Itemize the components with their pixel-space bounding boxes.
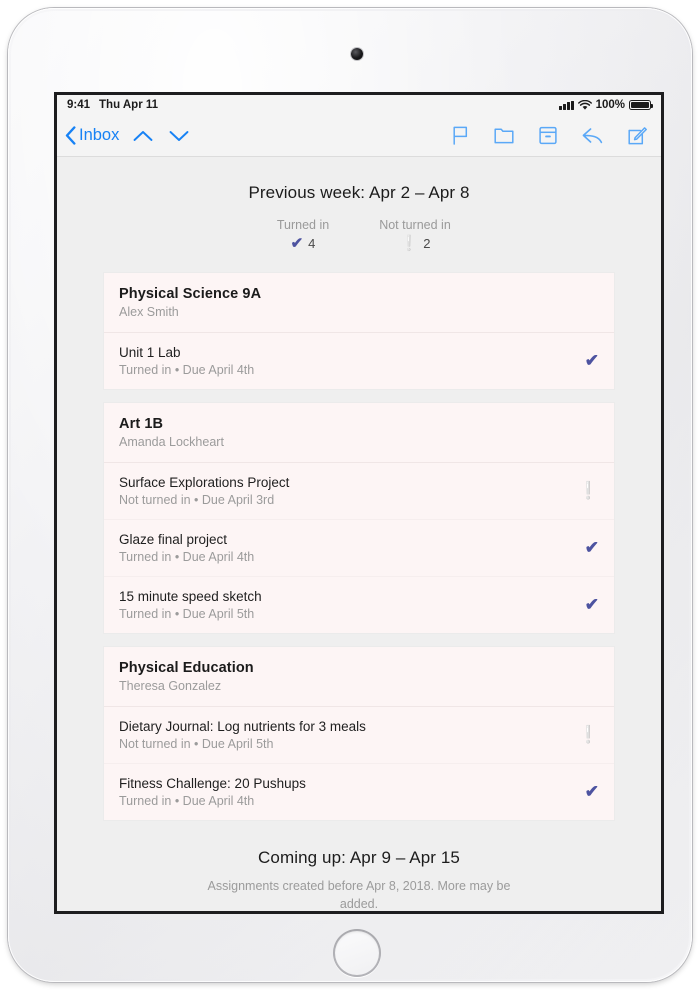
tablet-screen: 9:41 Thu Apr 11 100% Inbox Previous week… (54, 92, 664, 914)
status-time: 9:41 (67, 99, 91, 111)
email-message-body: Previous week: Apr 2 – Apr 8 Turned in ✔… (57, 157, 661, 911)
exclamation-icon: ❕ (399, 235, 419, 252)
class-name: Art 1B (119, 416, 164, 432)
assignment-meta: Turned in • Due April 4th (119, 794, 255, 808)
summary-value-group: ❕ 2 (378, 236, 452, 251)
summary-not-turned-in: Not turned in ❕ 2 (378, 218, 452, 251)
exclamation-icon: ❕ (577, 724, 599, 744)
assignment-row[interactable]: Dietary Journal: Log nutrients for 3 mea… (104, 707, 614, 764)
status-badge: ✔ (573, 596, 599, 615)
assignment-title: Unit 1 Lab (119, 345, 181, 360)
class-card: Physical Education Theresa Gonzalez Diet… (104, 647, 614, 820)
compose-icon[interactable] (628, 126, 647, 145)
assignment-text-group: Dietary Journal: Log nutrients for 3 mea… (119, 719, 366, 751)
assignment-meta: Turned in • Due April 5th (119, 607, 255, 621)
archive-icon[interactable] (539, 126, 557, 145)
wifi-icon (577, 99, 592, 110)
ios-status-bar: 9:41 Thu Apr 11 100% (57, 95, 661, 115)
assignment-row[interactable]: 15 minute speed sketch Turned in • Due A… (104, 577, 614, 633)
assignment-row[interactable]: Unit 1 Lab Turned in • Due April 4th ✔ (104, 333, 614, 389)
assignment-title: 15 minute speed sketch (119, 589, 262, 604)
assignment-meta: Not turned in • Due April 3rd (119, 493, 275, 507)
teacher-name: Alex Smith (119, 305, 179, 319)
class-card-header: Physical Science 9A Alex Smith (104, 273, 614, 333)
assignment-meta: Not turned in • Due April 5th (119, 737, 274, 751)
camera-dot-icon (351, 48, 363, 60)
assignment-title: Glaze final project (119, 532, 228, 547)
assignment-text-group: Surface Explorations Project Not turned … (119, 475, 289, 507)
exclamation-icon: ❕ (577, 480, 599, 500)
check-icon: ✔ (584, 537, 599, 557)
summary-value-group: ✔ 4 (266, 236, 340, 251)
class-card: Physical Science 9A Alex Smith Unit 1 La… (104, 273, 614, 389)
mail-navigation-bar: Inbox (57, 115, 661, 157)
check-icon: ✔ (290, 235, 304, 252)
status-date: Thu Apr 11 (99, 99, 159, 111)
assignment-row[interactable]: Fitness Challenge: 20 Pushups Turned in … (104, 764, 614, 820)
navbar-left-group: Inbox (65, 126, 189, 145)
back-button-label: Inbox (79, 126, 120, 144)
assignment-title: Surface Explorations Project (119, 475, 290, 490)
teacher-name: Theresa Gonzalez (119, 679, 222, 693)
assignment-text-group: Unit 1 Lab Turned in • Due April 4th (119, 345, 254, 377)
previous-week-title: Previous week: Apr 2 – Apr 8 (248, 183, 470, 202)
chevron-up-icon[interactable] (133, 130, 153, 142)
check-icon: ✔ (584, 350, 599, 370)
status-badge: ✔ (573, 539, 599, 558)
message-footer: Coming up: Apr 9 – Apr 15 Assignments cr… (57, 834, 661, 911)
chevron-left-icon (65, 126, 76, 145)
teacher-name: Amanda Lockheart (119, 435, 224, 449)
status-badge: ❕ (566, 482, 599, 501)
tablet-device-frame: 9:41 Thu Apr 11 100% Inbox Previous week… (8, 8, 692, 982)
signal-bars-icon (559, 100, 574, 110)
class-name: Physical Education (119, 660, 254, 676)
assignment-title: Fitness Challenge: 20 Pushups (119, 776, 306, 791)
check-icon: ✔ (584, 594, 599, 614)
check-icon: ✔ (584, 781, 599, 801)
assignment-row[interactable]: Glaze final project Turned in • Due Apri… (104, 520, 614, 577)
message-navigation-group (133, 130, 189, 142)
assignment-text-group: 15 minute speed sketch Turned in • Due A… (119, 589, 262, 621)
navbar-actions-group (452, 126, 647, 145)
summary-label: Not turned in (379, 218, 451, 232)
home-button[interactable] (333, 929, 381, 977)
status-bar-right: 100% (559, 99, 654, 111)
assignment-text-group: Glaze final project Turned in • Due Apri… (119, 532, 254, 564)
class-name: Physical Science 9A (119, 286, 262, 302)
assignment-title: Dietary Journal: Log nutrients for 3 mea… (119, 719, 366, 734)
folder-icon[interactable] (494, 127, 514, 145)
chevron-down-icon[interactable] (169, 130, 189, 142)
class-card: Art 1B Amanda Lockheart Surface Explorat… (104, 403, 614, 633)
status-badge: ✔ (573, 783, 599, 802)
flag-icon[interactable] (452, 126, 469, 145)
status-bar-left: 9:41 Thu Apr 11 (67, 99, 158, 111)
footer-note: Assignments created before Apr 8, 2018. … (207, 879, 511, 911)
assignment-row[interactable]: Surface Explorations Project Not turned … (104, 463, 614, 520)
assignment-meta: Turned in • Due April 4th (119, 363, 255, 377)
assignment-meta: Turned in • Due April 4th (119, 550, 255, 564)
summary-count: 4 (308, 236, 316, 251)
class-card-header: Art 1B Amanda Lockheart (104, 403, 614, 463)
battery-percent-label: 100% (595, 99, 625, 111)
class-card-header: Physical Education Theresa Gonzalez (104, 647, 614, 707)
summary-count: 2 (423, 236, 431, 251)
summary-label: Turned in (276, 218, 330, 232)
reply-icon[interactable] (582, 127, 603, 145)
battery-full-icon (629, 100, 654, 110)
assignment-text-group: Fitness Challenge: 20 Pushups Turned in … (119, 776, 306, 808)
back-to-inbox-button[interactable]: Inbox (65, 126, 119, 145)
coming-up-title: Coming up: Apr 9 – Apr 15 (258, 848, 460, 867)
status-badge: ✔ (573, 352, 599, 371)
summary-turned-in: Turned in ✔ 4 (266, 218, 340, 251)
assignment-summary: Turned in ✔ 4 Not turned in ❕ 2 (57, 218, 661, 251)
status-badge: ❕ (566, 726, 599, 745)
